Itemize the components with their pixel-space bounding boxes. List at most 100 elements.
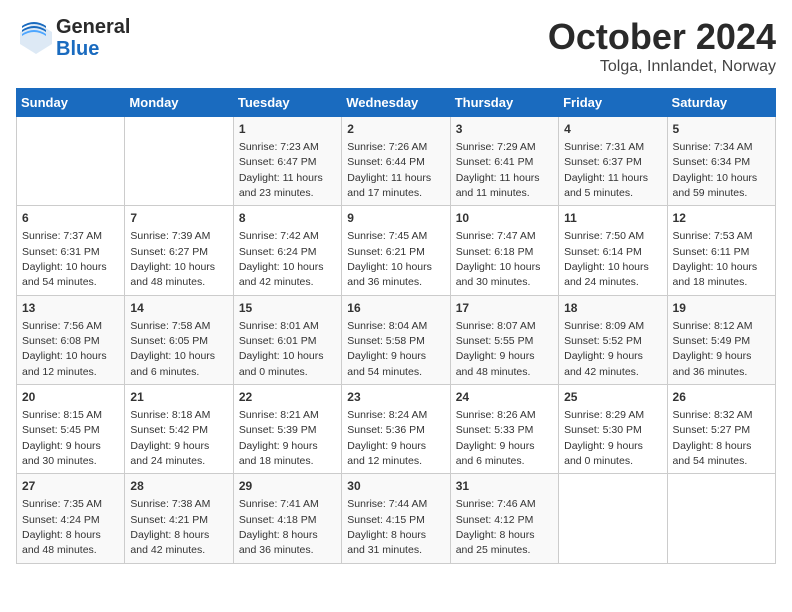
logo: General Blue <box>16 16 130 60</box>
daylight: Daylight: 8 hours and 54 minutes. <box>673 440 752 467</box>
sunrise: Sunrise: 8:26 AM <box>456 409 536 421</box>
day-cell: 23 Sunrise: 8:24 AM Sunset: 5:36 PM Dayl… <box>342 385 450 474</box>
sunrise: Sunrise: 7:46 AM <box>456 498 536 510</box>
sunrise: Sunrise: 7:58 AM <box>130 320 210 332</box>
calendar-header: SundayMondayTuesdayWednesdayThursdayFrid… <box>17 89 776 117</box>
day-number: 18 <box>564 300 661 317</box>
daylight: Daylight: 11 hours and 23 minutes. <box>239 172 323 199</box>
sunset: Sunset: 5:55 PM <box>456 335 534 347</box>
daylight: Daylight: 9 hours and 36 minutes. <box>673 350 752 377</box>
daylight: Daylight: 8 hours and 31 minutes. <box>347 529 426 556</box>
day-cell: 9 Sunrise: 7:45 AM Sunset: 6:21 PM Dayli… <box>342 206 450 295</box>
sunset: Sunset: 6:44 PM <box>347 156 425 168</box>
daylight: Daylight: 10 hours and 24 minutes. <box>564 261 649 288</box>
sunrise: Sunrise: 8:12 AM <box>673 320 753 332</box>
sunset: Sunset: 5:30 PM <box>564 424 642 436</box>
day-number: 23 <box>347 389 444 406</box>
sunrise: Sunrise: 7:29 AM <box>456 141 536 153</box>
header-cell-wednesday: Wednesday <box>342 89 450 117</box>
calendar-table: SundayMondayTuesdayWednesdayThursdayFrid… <box>16 88 776 564</box>
day-cell <box>17 117 125 206</box>
sunset: Sunset: 6:31 PM <box>22 246 100 258</box>
daylight: Daylight: 9 hours and 48 minutes. <box>456 350 535 377</box>
day-cell: 13 Sunrise: 7:56 AM Sunset: 6:08 PM Dayl… <box>17 295 125 384</box>
sunset: Sunset: 5:45 PM <box>22 424 100 436</box>
sunrise: Sunrise: 8:15 AM <box>22 409 102 421</box>
day-cell: 26 Sunrise: 8:32 AM Sunset: 5:27 PM Dayl… <box>667 385 775 474</box>
daylight: Daylight: 10 hours and 0 minutes. <box>239 350 324 377</box>
sunrise: Sunrise: 8:07 AM <box>456 320 536 332</box>
day-number: 10 <box>456 210 553 227</box>
daylight: Daylight: 8 hours and 25 minutes. <box>456 529 535 556</box>
day-number: 13 <box>22 300 119 317</box>
day-cell: 20 Sunrise: 8:15 AM Sunset: 5:45 PM Dayl… <box>17 385 125 474</box>
day-number: 28 <box>130 478 227 495</box>
day-cell: 10 Sunrise: 7:47 AM Sunset: 6:18 PM Dayl… <box>450 206 558 295</box>
daylight: Daylight: 9 hours and 0 minutes. <box>564 440 643 467</box>
sunrise: Sunrise: 7:31 AM <box>564 141 644 153</box>
day-cell: 2 Sunrise: 7:26 AM Sunset: 6:44 PM Dayli… <box>342 117 450 206</box>
sunrise: Sunrise: 8:32 AM <box>673 409 753 421</box>
day-cell <box>125 117 233 206</box>
sunrise: Sunrise: 7:37 AM <box>22 230 102 242</box>
sunrise: Sunrise: 7:44 AM <box>347 498 427 510</box>
daylight: Daylight: 9 hours and 42 minutes. <box>564 350 643 377</box>
day-cell: 25 Sunrise: 8:29 AM Sunset: 5:30 PM Dayl… <box>559 385 667 474</box>
sunrise: Sunrise: 7:38 AM <box>130 498 210 510</box>
daylight: Daylight: 10 hours and 30 minutes. <box>456 261 541 288</box>
sunrise: Sunrise: 8:09 AM <box>564 320 644 332</box>
daylight: Daylight: 10 hours and 48 minutes. <box>130 261 215 288</box>
sunset: Sunset: 6:08 PM <box>22 335 100 347</box>
day-cell: 5 Sunrise: 7:34 AM Sunset: 6:34 PM Dayli… <box>667 117 775 206</box>
day-number: 19 <box>673 300 770 317</box>
sunset: Sunset: 4:12 PM <box>456 514 534 526</box>
day-cell: 27 Sunrise: 7:35 AM Sunset: 4:24 PM Dayl… <box>17 474 125 563</box>
day-cell: 22 Sunrise: 8:21 AM Sunset: 5:39 PM Dayl… <box>233 385 341 474</box>
day-number: 27 <box>22 478 119 495</box>
day-cell: 11 Sunrise: 7:50 AM Sunset: 6:14 PM Dayl… <box>559 206 667 295</box>
day-cell: 31 Sunrise: 7:46 AM Sunset: 4:12 PM Dayl… <box>450 474 558 563</box>
daylight: Daylight: 11 hours and 11 minutes. <box>456 172 540 199</box>
day-number: 11 <box>564 210 661 227</box>
header-cell-monday: Monday <box>125 89 233 117</box>
day-number: 15 <box>239 300 336 317</box>
day-number: 22 <box>239 389 336 406</box>
sunrise: Sunrise: 8:24 AM <box>347 409 427 421</box>
sunset: Sunset: 6:47 PM <box>239 156 317 168</box>
header-cell-thursday: Thursday <box>450 89 558 117</box>
sunrise: Sunrise: 8:04 AM <box>347 320 427 332</box>
sunrise: Sunrise: 7:39 AM <box>130 230 210 242</box>
sunset: Sunset: 6:41 PM <box>456 156 534 168</box>
sunset: Sunset: 5:39 PM <box>239 424 317 436</box>
day-cell <box>559 474 667 563</box>
sunset: Sunset: 5:49 PM <box>673 335 751 347</box>
sunrise: Sunrise: 7:47 AM <box>456 230 536 242</box>
sunrise: Sunrise: 8:18 AM <box>130 409 210 421</box>
sunrise: Sunrise: 8:21 AM <box>239 409 319 421</box>
day-cell: 18 Sunrise: 8:09 AM Sunset: 5:52 PM Dayl… <box>559 295 667 384</box>
daylight: Daylight: 10 hours and 36 minutes. <box>347 261 432 288</box>
day-cell: 12 Sunrise: 7:53 AM Sunset: 6:11 PM Dayl… <box>667 206 775 295</box>
sunrise: Sunrise: 7:35 AM <box>22 498 102 510</box>
daylight: Daylight: 8 hours and 48 minutes. <box>22 529 101 556</box>
day-number: 31 <box>456 478 553 495</box>
sunset: Sunset: 6:37 PM <box>564 156 642 168</box>
day-number: 4 <box>564 121 661 138</box>
day-cell: 24 Sunrise: 8:26 AM Sunset: 5:33 PM Dayl… <box>450 385 558 474</box>
page-header: General Blue October 2024 Tolga, Innland… <box>16 16 776 76</box>
daylight: Daylight: 11 hours and 5 minutes. <box>564 172 648 199</box>
day-number: 30 <box>347 478 444 495</box>
day-cell: 21 Sunrise: 8:18 AM Sunset: 5:42 PM Dayl… <box>125 385 233 474</box>
sunset: Sunset: 5:33 PM <box>456 424 534 436</box>
day-number: 12 <box>673 210 770 227</box>
sunset: Sunset: 4:24 PM <box>22 514 100 526</box>
sunrise: Sunrise: 7:50 AM <box>564 230 644 242</box>
day-cell: 3 Sunrise: 7:29 AM Sunset: 6:41 PM Dayli… <box>450 117 558 206</box>
day-cell: 7 Sunrise: 7:39 AM Sunset: 6:27 PM Dayli… <box>125 206 233 295</box>
daylight: Daylight: 8 hours and 42 minutes. <box>130 529 209 556</box>
day-cell: 6 Sunrise: 7:37 AM Sunset: 6:31 PM Dayli… <box>17 206 125 295</box>
daylight: Daylight: 9 hours and 6 minutes. <box>456 440 535 467</box>
day-number: 26 <box>673 389 770 406</box>
sunset: Sunset: 6:18 PM <box>456 246 534 258</box>
day-number: 1 <box>239 121 336 138</box>
